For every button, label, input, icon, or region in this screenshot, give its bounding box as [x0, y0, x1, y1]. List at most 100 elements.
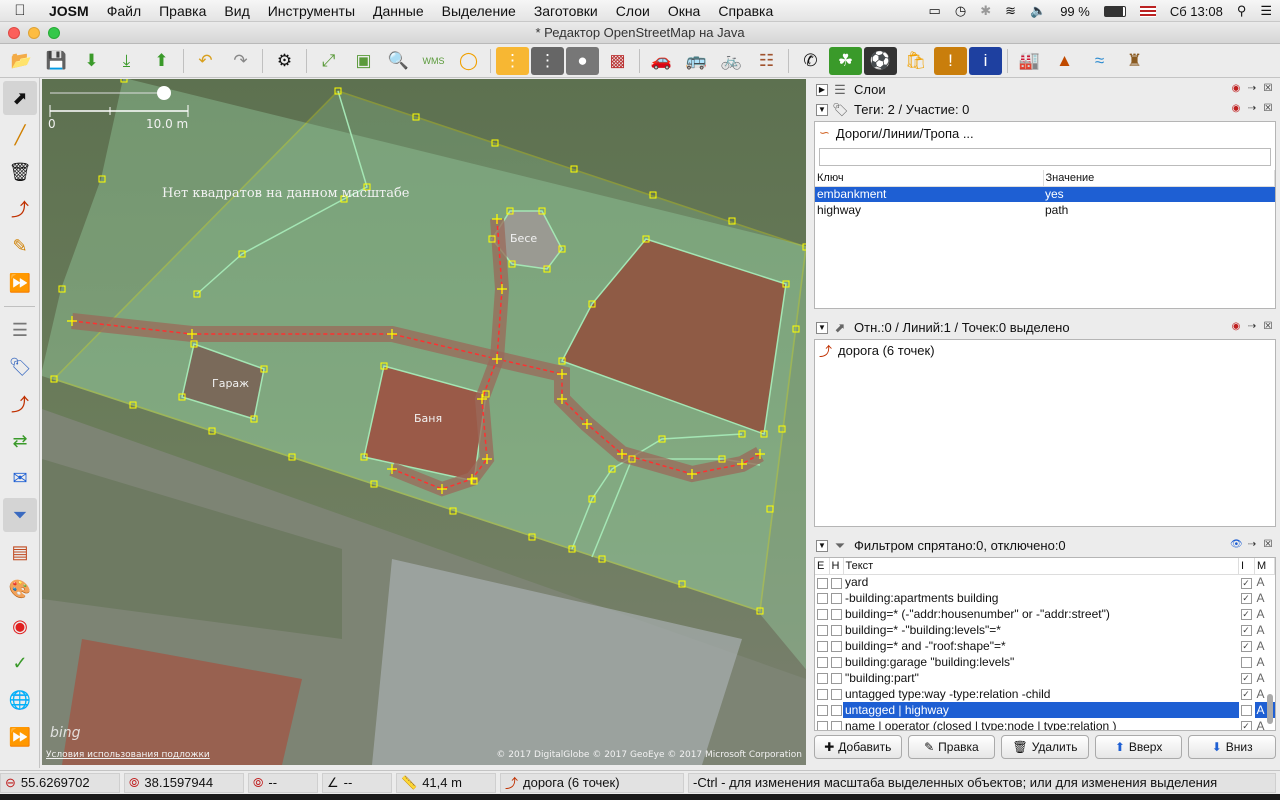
enabled-checkbox[interactable]	[817, 625, 828, 637]
invert-checkbox[interactable]	[1240, 657, 1252, 669]
preset-link[interactable]: ∽ Дороги/Линии/Тропа ...	[815, 122, 1275, 144]
more-tools-icon[interactable]: ⏩	[3, 266, 37, 300]
hide-cell[interactable]	[829, 670, 843, 686]
circle-icon[interactable]: ◯	[452, 47, 485, 75]
grass-icon[interactable]: ☘	[829, 46, 862, 75]
hide-checkbox[interactable]	[831, 609, 842, 621]
filter-toggle-icon[interactable]: ⏷	[3, 498, 37, 532]
hide-cell[interactable]	[829, 654, 843, 670]
invert-cell[interactable]: ✓	[1239, 574, 1255, 590]
filter-text[interactable]: "building:part"	[843, 670, 1239, 686]
minimize-window-icon[interactable]	[28, 27, 40, 39]
filter-text[interactable]: untagged type:way -type:relation -child	[843, 686, 1239, 702]
invert-checkbox[interactable]: ✓	[1240, 609, 1252, 621]
hide-cell[interactable]	[829, 702, 843, 718]
zoom-to-data-icon[interactable]: ⤢	[312, 47, 345, 75]
invert-checkbox[interactable]: ✓	[1240, 689, 1252, 701]
selection-panel-header[interactable]: ▼ ⬈ Отн.:0 / Линий:1 / Точек:0 выделено …	[814, 318, 1276, 337]
tags-toggle-icon[interactable]: 🏷	[3, 350, 37, 384]
table-row[interactable]: yard ✓ A	[815, 574, 1275, 590]
industrial-icon[interactable]: 🏭	[1013, 47, 1046, 75]
draw-mode-icon[interactable]: ╱	[3, 118, 37, 152]
spotlight-icon[interactable]: ⚲	[1237, 3, 1247, 19]
invert-checkbox[interactable]	[1240, 705, 1252, 717]
map-view[interactable]: 0 10.0 m Нет квадратов на данном масштаб…	[42, 79, 806, 765]
bicycle-icon[interactable]: 🚲	[715, 47, 748, 75]
filter-text[interactable]: building=* (-"addr:housenumber" or -"add…	[843, 606, 1239, 622]
enabled-cell[interactable]	[815, 702, 829, 718]
pencil-icon[interactable]: ✎	[3, 229, 37, 263]
preferences-icon[interactable]: ⚙	[268, 47, 301, 75]
improve-way-icon[interactable]: ⤴	[3, 192, 37, 226]
bluetooth-icon[interactable]: ✱	[980, 3, 991, 19]
select-mode-icon[interactable]: ⬈	[3, 81, 37, 115]
hide-checkbox[interactable]	[831, 721, 842, 730]
hide-checkbox[interactable]	[831, 689, 842, 701]
move-up-button[interactable]: ⬆ Вверх	[1094, 735, 1183, 759]
filter-mode[interactable]: A	[1255, 606, 1275, 622]
invert-checkbox[interactable]: ✓	[1240, 593, 1252, 605]
road-preset-icon[interactable]: ⋮	[496, 46, 529, 75]
menu-presets[interactable]: Заготовки	[525, 0, 607, 22]
list-item[interactable]: ⤴ дорога (6 точек)	[815, 340, 1275, 360]
menu-selection[interactable]: Выделение	[433, 0, 525, 22]
detach-icon[interactable]: ⇢	[1246, 83, 1258, 95]
shop-icon[interactable]: 🛍	[899, 47, 932, 75]
invert-checkbox[interactable]: ✓	[1240, 577, 1252, 589]
enabled-cell[interactable]	[815, 670, 829, 686]
enabled-checkbox[interactable]	[817, 705, 828, 717]
zoom-icon[interactable]: 🔍	[382, 47, 415, 75]
hide-checkbox[interactable]	[831, 657, 842, 669]
clock[interactable]: Сб 13:08	[1170, 4, 1223, 19]
notification-center-icon[interactable]: ☰	[1260, 3, 1272, 19]
invert-cell[interactable]	[1239, 702, 1255, 718]
download-icon[interactable]: ⬇	[75, 47, 108, 75]
hide-checkbox[interactable]	[831, 593, 842, 605]
value-column-header[interactable]: Значение	[1043, 170, 1275, 187]
edit-filter-button[interactable]: ✎ Правка	[907, 735, 996, 759]
conflict-toggle-icon[interactable]: ⇄	[3, 424, 37, 458]
hide-cell[interactable]	[829, 622, 843, 638]
filter-text[interactable]: building=* and -"roof:shape"=*	[843, 638, 1239, 654]
invert-cell[interactable]: ✓	[1239, 686, 1255, 702]
table-row[interactable]: building:garage "building:levels" A	[815, 654, 1275, 670]
time-machine-icon[interactable]: ◷	[955, 3, 966, 19]
invert-cell[interactable]: ✓	[1239, 606, 1255, 622]
invert-cell[interactable]: ✓	[1239, 638, 1255, 654]
filter-text[interactable]: untagged | highway	[843, 702, 1239, 718]
invert-checkbox[interactable]: ✓	[1240, 625, 1252, 637]
enabled-cell[interactable]	[815, 574, 829, 590]
enabled-cell[interactable]	[815, 590, 829, 606]
enabled-column-header[interactable]: E	[815, 558, 830, 575]
menu-windows[interactable]: Окна	[659, 0, 710, 22]
table-row[interactable]: highway path	[815, 202, 1275, 218]
waterway-icon[interactable]: ≈	[1083, 47, 1116, 75]
table-row[interactable]: building=* (-"addr:housenumber" or -"add…	[815, 606, 1275, 622]
apple-menu-icon[interactable]: 	[0, 2, 40, 19]
invert-checkbox[interactable]: ✓	[1240, 641, 1252, 653]
input-source-flag-icon[interactable]	[1139, 5, 1156, 17]
menu-view[interactable]: Вид	[215, 0, 258, 22]
key-column-header[interactable]: Ключ	[815, 170, 1044, 187]
table-row[interactable]: untagged type:way -type:relation -child ✓…	[815, 686, 1275, 702]
wms-tms-icon[interactable]: WMS	[417, 47, 450, 75]
detach-icon[interactable]: ⇢	[1246, 321, 1258, 333]
filter-mode[interactable]: A	[1255, 638, 1275, 654]
invert-cell[interactable]: ✓	[1239, 718, 1255, 730]
car-icon[interactable]: 🚗	[645, 47, 678, 75]
zoom-to-selection-icon[interactable]: ▣	[347, 47, 380, 75]
invert-column-header[interactable]: I	[1238, 558, 1255, 575]
close-panel-icon[interactable]: ☒	[1262, 539, 1274, 551]
help-icon[interactable]: ◉	[1230, 83, 1242, 95]
expand-icon[interactable]: ▶	[816, 83, 828, 96]
menu-layers[interactable]: Слои	[607, 0, 659, 22]
hide-cell[interactable]	[829, 638, 843, 654]
filter-text[interactable]: name | operator (closed | type:node | ty…	[843, 718, 1239, 730]
info-icon[interactable]: i	[969, 46, 1002, 75]
table-row[interactable]: "building:part" ✓ A	[815, 670, 1275, 686]
add-filter-button[interactable]: ✚ Добавить	[814, 735, 902, 759]
tag-value[interactable]: path	[1043, 202, 1275, 218]
enabled-cell[interactable]	[815, 718, 829, 730]
road-grey-preset-icon[interactable]: ⋮	[531, 46, 564, 75]
style-toggle-icon[interactable]: 🎨	[3, 572, 37, 606]
